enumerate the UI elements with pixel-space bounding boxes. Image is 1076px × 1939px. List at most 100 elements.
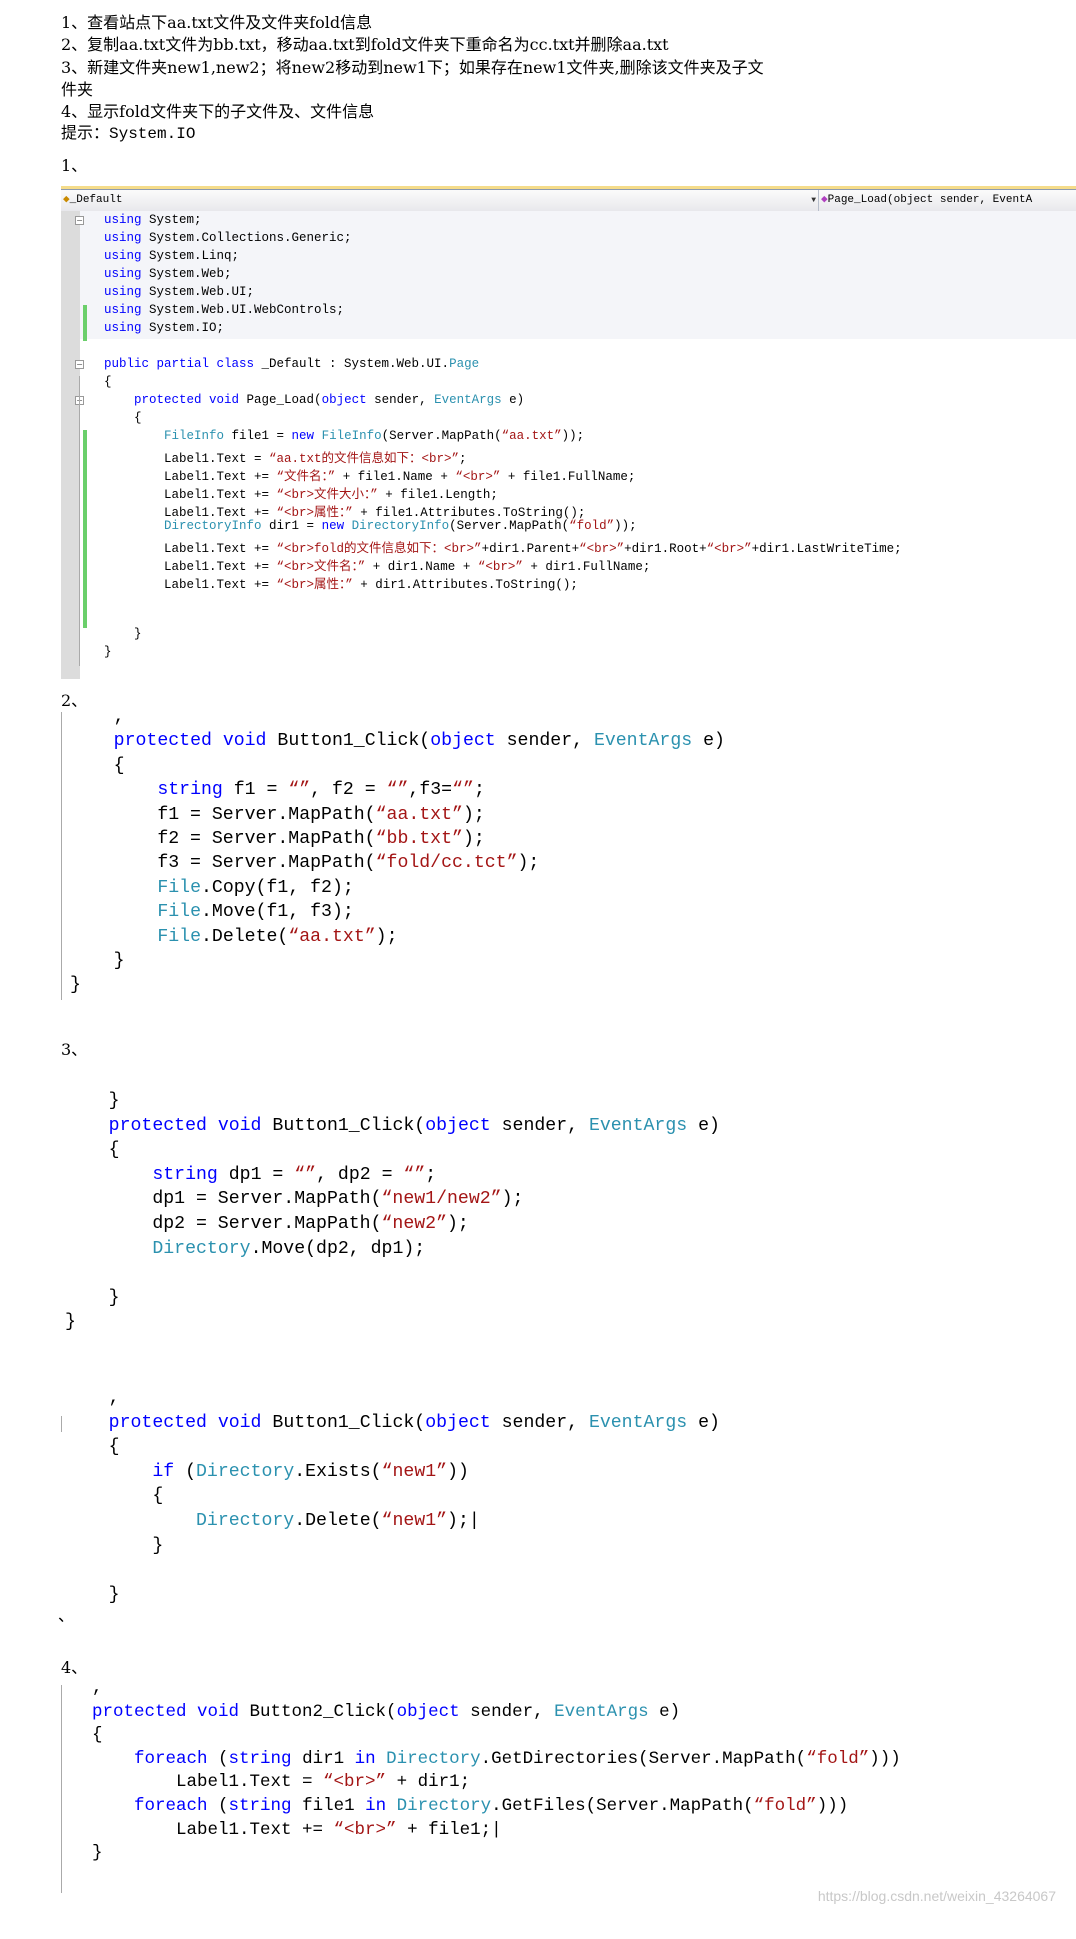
code-token: , bbox=[65, 1388, 120, 1408]
code-token: { bbox=[92, 1725, 103, 1746]
code-token: Button1_Click( bbox=[266, 731, 431, 752]
code-line: , bbox=[92, 1678, 103, 1698]
code-line: { bbox=[65, 1437, 120, 1457]
code-token: Label1.Text += bbox=[104, 470, 277, 484]
outline-line bbox=[61, 1685, 62, 1893]
code-line: protected void Button1_Click(object send… bbox=[70, 731, 725, 751]
change-bar bbox=[83, 430, 87, 628]
code-token: } bbox=[104, 627, 142, 641]
code-token: f2 = Server.MapPath( bbox=[70, 829, 376, 849]
code-token: } bbox=[70, 975, 81, 996]
code-token: .Move(dp2, dp1); bbox=[250, 1238, 426, 1259]
chevron-down-icon[interactable]: ▼ bbox=[811, 190, 816, 211]
class-dropdown[interactable]: ◆_Default ▼ bbox=[63, 190, 819, 211]
code-line: { bbox=[104, 411, 142, 425]
string-token: “bb.txt” bbox=[375, 829, 463, 849]
code-line: { bbox=[104, 375, 112, 389]
keyword-token: protected void bbox=[92, 1701, 240, 1722]
code-line: if (Directory.Exists(“new1”)) bbox=[65, 1462, 469, 1482]
code-token: } bbox=[65, 1312, 76, 1333]
code-token: Label1.Text += bbox=[104, 560, 277, 574]
keyword-token: object bbox=[396, 1701, 460, 1722]
code-token: + dir1.Attributes.ToString(); bbox=[352, 578, 578, 592]
keyword-token: in bbox=[365, 1796, 387, 1816]
code-token: { bbox=[65, 1437, 120, 1458]
code-line: { bbox=[65, 1486, 163, 1506]
instruction-line: 1、查看站点下aa.txt文件及文件夹fold信息 bbox=[61, 13, 373, 32]
code-token: (Server.MapPath( bbox=[381, 429, 502, 443]
code-token: e) bbox=[687, 1115, 720, 1136]
keyword-token: protected void bbox=[108, 1412, 262, 1433]
code-token: )); bbox=[614, 519, 637, 533]
code-token: ); bbox=[517, 853, 540, 874]
code-token: ); bbox=[462, 804, 485, 825]
string-token: “<br>” bbox=[323, 1772, 387, 1793]
type-token: EventArgs bbox=[434, 393, 502, 407]
code-line: Label1.Text += “<br>属性：” + file1.Attribu… bbox=[104, 501, 585, 520]
keyword-token: in bbox=[354, 1748, 376, 1769]
type-token: DirectoryInfo bbox=[164, 519, 262, 533]
instruction-line: 件夹 bbox=[61, 80, 94, 99]
code-token: ; bbox=[459, 452, 467, 466]
code-token: dir1 bbox=[291, 1748, 355, 1769]
keyword-token: object bbox=[425, 1412, 491, 1433]
keyword-token: foreach bbox=[134, 1748, 208, 1769]
code-token: + file1.Name + bbox=[335, 470, 456, 484]
code-token: } bbox=[65, 1091, 120, 1111]
keyword-token: using bbox=[104, 213, 142, 227]
code-token: dir1 = bbox=[261, 519, 322, 533]
instruction-line: 4、显示fold文件夹下的子文件及、文件信息 bbox=[61, 102, 375, 121]
code-token: , f2 = bbox=[310, 780, 387, 801]
section-label-3: 3、 bbox=[61, 1040, 88, 1059]
code-token: } bbox=[65, 1584, 120, 1605]
code-line: Label1.Text += “文件名：” + file1.Name + “<b… bbox=[104, 465, 635, 484]
keyword-token: string bbox=[152, 1164, 218, 1185]
code-line: FileInfo file1 = new FileInfo(Server.Map… bbox=[104, 429, 584, 443]
code-token: f1 = Server.MapPath( bbox=[70, 804, 376, 825]
string-token: “new1/new2” bbox=[381, 1189, 502, 1210]
code-line: string f1 = “”, f2 = “”,f3=“”; bbox=[70, 780, 485, 800]
code-token: sender, bbox=[366, 393, 435, 407]
code-token: + dir1.Name + bbox=[365, 560, 478, 574]
code-token: + dir1; bbox=[386, 1772, 471, 1793]
code-token: _Default : System.Web.UI. bbox=[254, 357, 450, 371]
code-token: sender, bbox=[490, 1412, 589, 1433]
type-token: Directory bbox=[396, 1796, 492, 1816]
string-token: “fold” bbox=[753, 1796, 817, 1816]
code-token: Button2_Click( bbox=[239, 1701, 397, 1722]
string-token: “aa.txt的文件信息如下：<br>” bbox=[269, 452, 460, 466]
collapse-icon[interactable]: − bbox=[75, 216, 84, 225]
section-label-1: 1、 bbox=[61, 156, 88, 175]
code-token: ))) bbox=[869, 1748, 901, 1769]
type-token: Directory bbox=[196, 1461, 295, 1482]
code-token: )) bbox=[447, 1461, 469, 1482]
code-editor-screenshot: ◆_Default ▼ ◆Page_Load(object sender, Ev… bbox=[61, 186, 1076, 679]
string-token: “” bbox=[294, 1164, 317, 1185]
code-token: } bbox=[70, 951, 125, 971]
code-line: foreach (string file1 in Directory.GetFi… bbox=[92, 1796, 848, 1816]
editor-gutter bbox=[61, 211, 80, 679]
collapse-icon[interactable]: − bbox=[75, 360, 84, 369]
keyword-token: using bbox=[104, 231, 142, 245]
code-line: } bbox=[70, 975, 81, 995]
code-line: protected void Page_Load(object sender, … bbox=[104, 393, 524, 407]
method-dropdown-value: Page_Load(object sender, EventA bbox=[827, 194, 1033, 206]
string-token: “<br>文件大小：” bbox=[276, 488, 378, 502]
code-token: .Delete( bbox=[201, 926, 289, 947]
method-dropdown[interactable]: ◆Page_Load(object sender, EventA bbox=[821, 190, 1076, 211]
code-token: f1 = bbox=[222, 780, 289, 801]
code-line: DirectoryInfo dir1 = new DirectoryInfo(S… bbox=[104, 519, 637, 533]
navigation-bar: ◆_Default ▼ ◆Page_Load(object sender, Ev… bbox=[61, 189, 1076, 212]
code-token: System.Web; bbox=[141, 267, 232, 281]
code-token: System; bbox=[141, 213, 202, 227]
code-token: .GetFiles(Server.MapPath( bbox=[491, 1796, 754, 1816]
string-token: “aa.txt” bbox=[501, 429, 562, 443]
keyword-token: new bbox=[291, 429, 315, 443]
code-token: + file1.Attributes.ToString(); bbox=[352, 506, 586, 520]
keyword-token: string bbox=[228, 1796, 292, 1816]
string-token: “” bbox=[452, 780, 474, 801]
outline-line bbox=[79, 376, 80, 666]
code-token: System.Linq; bbox=[141, 249, 240, 263]
